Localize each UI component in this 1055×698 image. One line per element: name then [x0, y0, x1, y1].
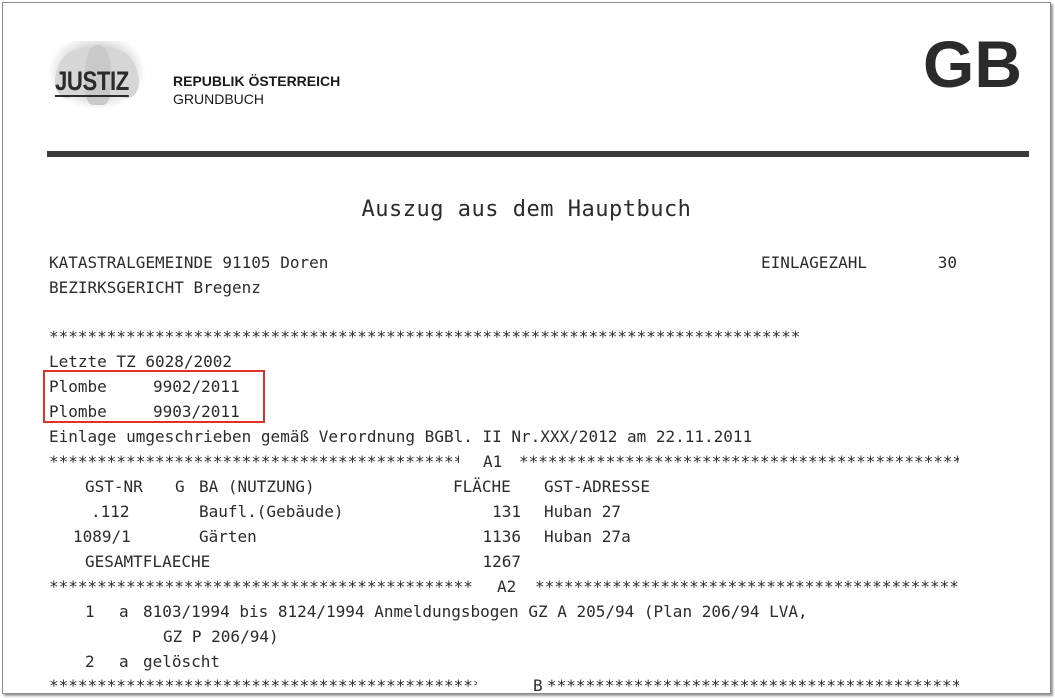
table-row-2-ba: Gärten	[199, 527, 257, 546]
col-adresse: GST-ADRESSE	[544, 477, 650, 496]
plombe-value-1: 9902/2011	[153, 377, 240, 396]
table-row-2-flaeche: 1136	[482, 527, 521, 546]
col-ba: BA (NUTZUNG)	[199, 477, 315, 496]
einlage-label: EINLAGEZAHL	[761, 253, 867, 272]
a2-entry-1-letter: a	[119, 602, 129, 621]
col-flaeche: FLÄCHE	[453, 477, 511, 496]
plombe-label-1: Plombe	[49, 377, 107, 396]
header-divider	[47, 151, 1029, 157]
col-g: G	[175, 477, 185, 496]
a2-entry-2-num: 2	[85, 652, 95, 671]
justiz-logo-text: JUSTIZ	[55, 66, 129, 97]
a2-entry-2-letter: a	[119, 652, 129, 671]
table-row-2-adresse: Huban 27a	[544, 527, 631, 546]
table-row-1-adresse: Huban 27	[544, 502, 622, 521]
section-a1-label: A1	[477, 449, 509, 474]
bezirk-line: BEZIRKSGERICHT Bregenz	[49, 278, 261, 297]
grundbuch-label: GRUNDBUCH	[173, 91, 264, 107]
justiz-logo: JUSTIZ	[47, 41, 147, 109]
separator-stars: ****************************************…	[49, 327, 801, 346]
gesamtflaeche-value: 1267	[482, 552, 521, 571]
table-row-2-gst: 1089/1	[73, 527, 131, 546]
document-page: JUSTIZ REPUBLIK ÖSTERREICH GRUNDBUCH GB …	[2, 2, 1051, 694]
einlage-note-line: Einlage umgeschrieben gemäß Verordnung B…	[49, 427, 753, 446]
einlage-value: 30	[937, 253, 957, 272]
plombe-value-2: 9903/2011	[153, 402, 240, 421]
katastral-line: KATASTRALGEMEINDE 91105 Doren	[49, 253, 329, 272]
section-a1-separator: ****************************************…	[49, 449, 959, 474]
section-b-separator: ****************************************…	[49, 673, 959, 693]
section-a2-label: A2	[491, 574, 523, 599]
document-title: Auszug aus dem Hauptbuch	[361, 197, 692, 222]
a2-entry-1-cont: GZ P 206/94)	[163, 627, 279, 646]
a2-entry-1-text: 8103/1994 bis 8124/1994 Anmeldungsbogen …	[143, 602, 808, 621]
table-row-1-ba: Baufl.(Gebäude)	[199, 502, 344, 521]
table-row-1-flaeche: 131	[492, 502, 521, 521]
table-row-1-gst: .112	[91, 502, 130, 521]
section-a2-separator: ****************************************…	[49, 574, 959, 599]
col-gst-nr: GST-NR	[85, 477, 143, 496]
republik-label: REPUBLIK ÖSTERREICH	[173, 73, 341, 89]
plombe-label-2: Plombe	[49, 402, 107, 421]
a2-entry-1-num: 1	[85, 602, 95, 621]
gesamtflaeche-label: GESAMTFLAECHE	[85, 552, 211, 571]
a2-entry-2-text: gelöscht	[143, 652, 221, 671]
header-institution: REPUBLIK ÖSTERREICH GRUNDBUCH	[173, 73, 340, 108]
section-b-label: B	[527, 673, 549, 693]
gb-badge: GB	[923, 27, 1022, 101]
